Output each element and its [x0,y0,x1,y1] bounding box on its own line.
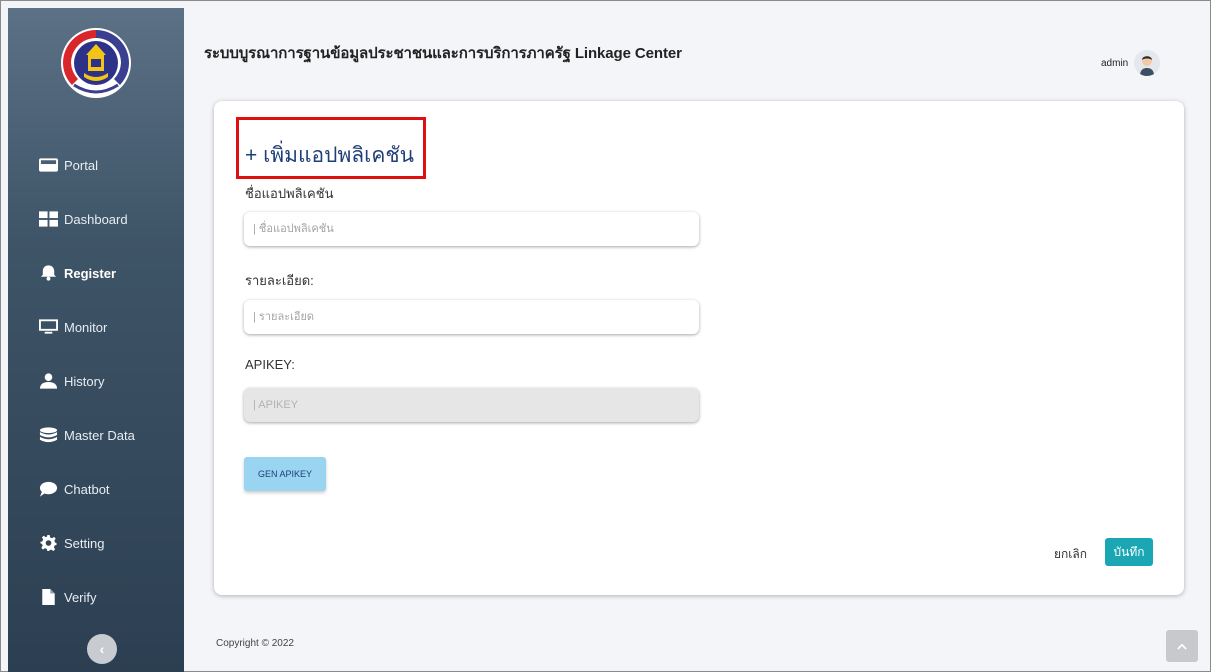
apikey-label: APIKEY: [245,357,295,372]
sidebar-item-history[interactable]: History [8,354,184,408]
database-icon [39,426,61,444]
gen-apikey-button[interactable]: GEN APIKEY [244,457,326,491]
save-button[interactable]: บันทึก [1105,538,1153,566]
sidebar-collapse-button[interactable]: ‹ [87,634,117,664]
sidebar-item-master-data[interactable]: Master Data [8,408,184,462]
chevron-up-icon [1177,643,1187,650]
chat-bubble-icon [39,480,61,498]
apikey-input [244,388,699,422]
sidebar-item-portal[interactable]: Portal [8,138,184,192]
department-logo[interactable] [60,27,132,99]
sidebar-item-label: Verify [64,589,97,605]
app-name-input[interactable] [244,212,699,246]
copyright-text: Copyright © 2022 [216,638,294,649]
avatar[interactable] [1134,50,1161,76]
sidebar-item-label: Monitor [64,319,108,335]
file-icon [39,588,61,606]
detail-input[interactable] [244,300,699,334]
scroll-to-top-button[interactable] [1166,630,1198,662]
app-title: ระบบบูรณาการฐานข้อมูลประชาชนและการบริการ… [204,45,682,62]
sidebar-item-label: Setting [64,535,105,551]
sidebar-item-label: Register [64,265,117,281]
grid-icon [39,210,61,228]
card-icon [39,156,61,174]
monitor-icon [39,318,61,336]
app-name-label: ชื่อแอปพลิเคชัน [245,186,334,201]
sidebar-item-chatbot[interactable]: Chatbot [8,462,184,516]
sidebar-item-label: Chatbot [64,481,110,497]
user-avatar-icon [1134,50,1161,76]
sidebar-item-setting[interactable]: Setting [8,516,184,570]
logo-emblem-icon [61,28,131,98]
page-title: + เพิ่มแอปพลิเคชัน [245,144,414,167]
sidebar-nav: Portal Dashboard Register Monitor Histor… [8,138,184,624]
sidebar-item-label: History [64,373,105,389]
chevron-left-icon: ‹ [99,641,105,657]
gear-icon [39,534,61,552]
sidebar-item-label: Portal [64,157,98,173]
sidebar-item-dashboard[interactable]: Dashboard [8,192,184,246]
sidebar-item-label: Master Data [64,427,135,443]
sidebar-item-label: Dashboard [64,211,128,227]
sidebar-item-register[interactable]: Register [8,246,184,300]
user-icon [39,372,61,390]
user-menu[interactable]: admin [1101,50,1161,76]
detail-label: รายละเอียด: [245,273,314,288]
user-name: admin [1101,57,1129,69]
sidebar-item-monitor[interactable]: Monitor [8,300,184,354]
app-window: Portal Dashboard Register Monitor Histor… [0,0,1211,672]
sidebar-item-verify[interactable]: Verify [8,570,184,624]
cancel-button[interactable]: ยกเลิก [1054,545,1087,564]
bell-icon [39,264,61,282]
sidebar: Portal Dashboard Register Monitor Histor… [8,8,184,672]
